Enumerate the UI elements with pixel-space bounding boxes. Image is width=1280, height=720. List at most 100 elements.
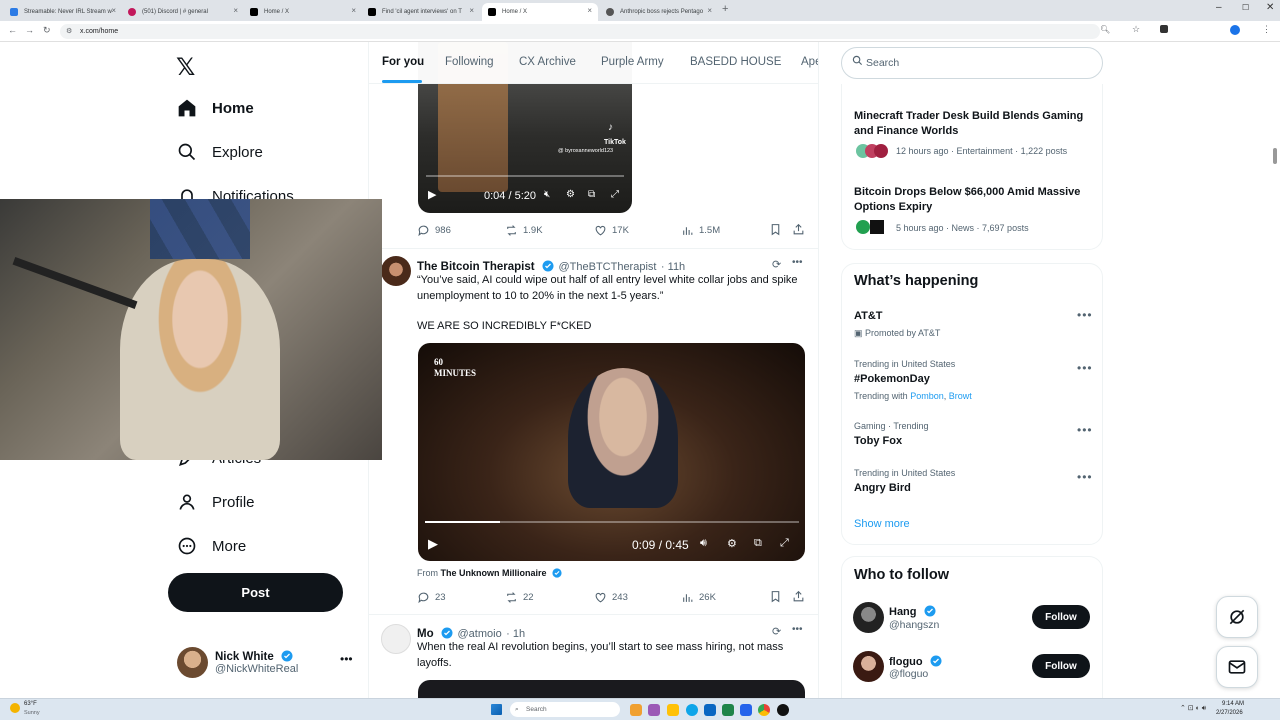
grok-icon[interactable]: ⟳ [772,625,781,638]
nav-item-more[interactable]: More [176,535,246,557]
views-button[interactable]: 26K [681,591,716,604]
nav-item-explore[interactable]: Explore [176,141,263,163]
close-icon[interactable]: × [707,6,712,15]
play-icon[interactable]: ▶ [428,536,438,552]
reload-icon[interactable]: ↻ [43,25,51,36]
browser-menu-icon[interactable]: ⋮ [1262,24,1271,35]
taskbar-app-icon[interactable] [740,704,752,716]
like-button[interactable]: 17K [594,224,629,237]
url-field[interactable]: ⚙ x.com/home [60,24,1100,39]
bookmark-star-icon[interactable]: ☆ [1132,24,1140,35]
browser-tab[interactable]: (501) Discord | # general × [122,3,244,21]
views-button[interactable]: 1.5M [681,224,720,237]
close-icon[interactable]: × [111,6,116,15]
tweet-video[interactable]: 60 MINUTES ▶ 0:09 / 0:45 🔊︎ ⚙ ⧉ ⤢ [418,343,805,561]
taskbar-app-icon[interactable] [704,704,716,716]
taskbar-search[interactable]: ⌕ Search [510,702,620,717]
trend-item[interactable]: Gaming · Trending Toby Fox ••• [842,419,1104,455]
taskbar-app-icon[interactable] [630,704,642,716]
follow-button[interactable]: Follow [1032,654,1090,678]
maximize-icon[interactable]: ☐ [1242,3,1249,12]
browser-tab-active[interactable]: Home / X × [482,3,598,21]
nav-item-home[interactable]: Home [176,97,254,119]
pip-icon[interactable]: ⧉ [754,537,762,550]
more-dots-icon[interactable]: ••• [792,624,803,635]
avatar[interactable] [853,651,884,682]
close-icon[interactable]: × [469,6,474,15]
chrome-icon[interactable] [758,704,770,716]
tweet-author-handle[interactable]: @TheBTCTherapist [558,261,656,273]
tab-following[interactable]: Following [445,56,494,68]
tab-ape[interactable]: Ape [801,56,818,68]
close-window-icon[interactable]: ✕ [1266,2,1274,13]
zoom-icon[interactable]: 🔍︎ [1100,25,1110,34]
browser-tab[interactable]: Home / X × [244,3,362,21]
back-icon[interactable]: ← [8,25,17,35]
tweet-media[interactable] [418,680,805,698]
news-title[interactable]: Bitcoin Drops Below $66,000 Amid Massive… [854,185,1094,214]
forward-icon[interactable]: → [25,25,34,35]
avatar[interactable] [381,256,411,286]
account-switcher[interactable]: Nick White @NickWhiteReal ••• [168,640,358,688]
weather-icon[interactable] [10,703,20,713]
mute-icon[interactable]: 🔇︎ [544,189,550,200]
repost-button[interactable]: 22 [505,591,534,604]
settings-icon[interactable]: ⚙ [566,189,575,200]
close-icon[interactable]: × [351,6,356,15]
share-icon[interactable] [792,223,805,241]
pip-icon[interactable]: ⧉ [588,189,595,200]
search-input[interactable]: Search [841,47,1103,79]
browser-tab[interactable]: Find 'cil agent interviews' on T × [362,3,480,21]
tweet-time[interactable]: · 11h [661,261,685,273]
tweet-time[interactable]: · 1h [506,628,525,640]
x-logo-icon[interactable]: 𝕏 [176,53,195,81]
browser-tab[interactable]: Streamable: Never IRL Stream w × [4,3,122,21]
taskbar-app-icon[interactable] [686,704,698,716]
news-title[interactable]: Minecraft Trader Desk Build Blends Gamin… [854,109,1094,138]
nav-item-profile[interactable]: Profile [176,491,255,513]
close-icon[interactable]: × [233,6,238,15]
trend-with-link[interactable]: Browt [949,391,972,401]
more-dots-icon[interactable]: ••• [1077,423,1093,437]
close-icon[interactable]: × [587,6,592,15]
fullscreen-icon[interactable]: ⤢ [611,189,619,200]
fullscreen-icon[interactable]: ⤢ [780,537,789,550]
volume-icon[interactable]: 🔊︎ [700,537,707,550]
trend-item[interactable]: AT&T ▣ Promoted by AT&T ••• [842,304,1104,346]
bookmark-icon[interactable] [769,223,782,241]
profile-avatar-icon[interactable] [1230,25,1240,35]
more-dots-icon[interactable]: ••• [1077,470,1093,484]
more-dots-icon[interactable]: ••• [1077,308,1093,322]
tweet-author-name[interactable]: Mo [417,628,434,640]
like-button[interactable]: 243 [594,591,628,604]
trend-item[interactable]: Trending in United States Angry Bird ••• [842,466,1104,502]
tweet-author-name[interactable]: The Bitcoin Therapist [417,261,535,273]
tab-purple-army[interactable]: Purple Army [601,56,664,68]
bookmark-icon[interactable] [769,590,782,608]
more-dots-icon[interactable]: ••• [792,257,803,268]
video-progress-track[interactable] [426,175,624,177]
site-info-icon[interactable]: ⚙ [66,24,72,39]
avatar[interactable] [853,602,884,633]
trend-with-link[interactable]: Pombon [910,391,944,401]
windows-start-icon[interactable] [491,704,502,715]
follow-suggestion-name[interactable]: Hang [889,602,936,620]
minimize-icon[interactable]: – [1216,2,1222,13]
video-source-name[interactable]: The Unknown Millionaire [441,568,547,578]
taskbar-app-icon[interactable] [722,704,734,716]
trend-item[interactable]: Trending in United States #PokemonDay Tr… [842,357,1104,407]
new-tab-icon[interactable]: + [722,3,728,15]
tab-cx-archive[interactable]: CX Archive [519,56,576,68]
taskbar-app-icon[interactable] [667,704,679,716]
more-dots-icon[interactable]: ••• [1077,361,1093,375]
reply-button[interactable]: 23 [417,591,446,604]
tray-icons[interactable]: ⌃ ⊡ ◐ 🔊︎ [1180,704,1206,713]
grok-float-button[interactable] [1216,596,1258,638]
extensions-icon[interactable] [1160,25,1168,33]
browser-tab[interactable]: Anthropic boss rejects Pentago × [600,3,718,21]
tweet-author-handle[interactable]: @atmoio [458,628,502,640]
tab-basedd-house[interactable]: BASEDD HOUSE [690,56,781,68]
settings-icon[interactable]: ⚙ [727,537,737,550]
more-dots-icon[interactable]: ••• [340,652,353,666]
share-icon[interactable] [792,590,805,608]
